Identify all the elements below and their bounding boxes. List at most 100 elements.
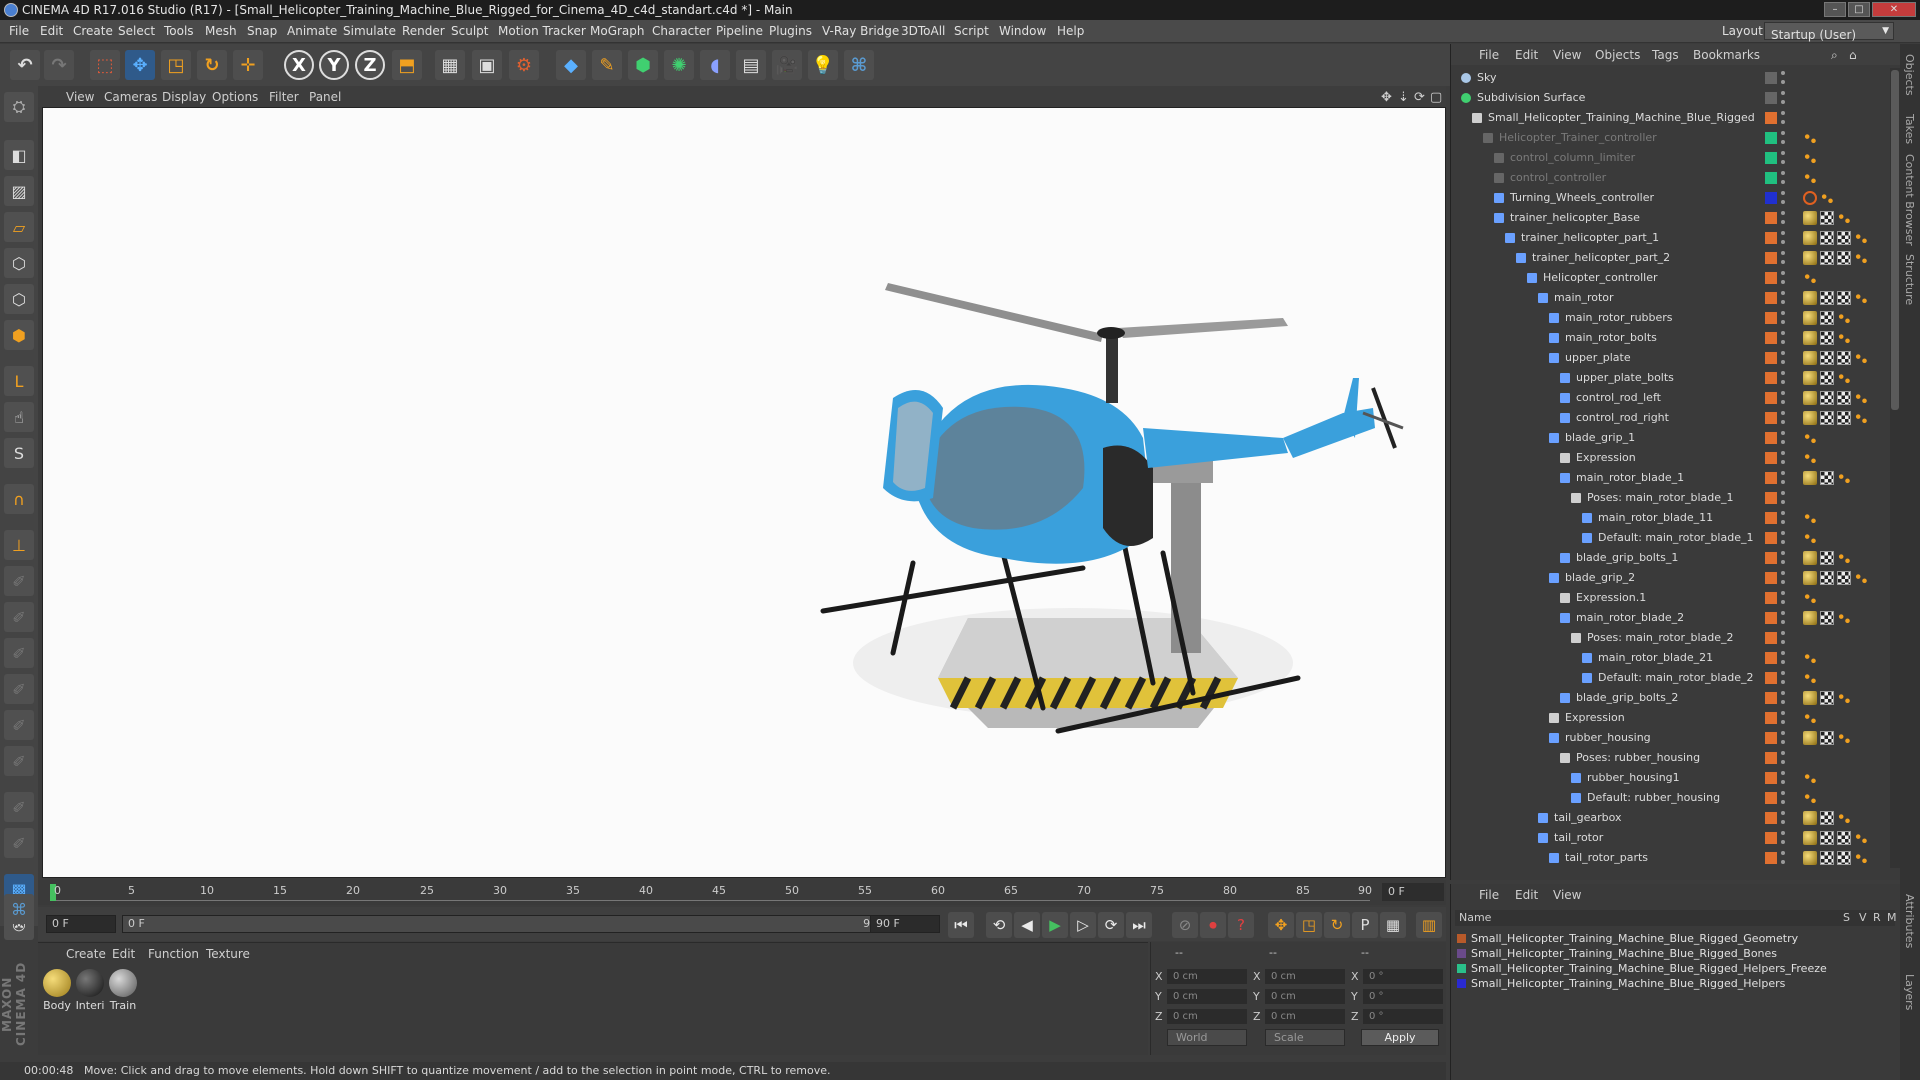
layer-color-tag[interactable] <box>1765 292 1777 304</box>
render-visibility-dot[interactable] <box>1781 140 1785 144</box>
menu-window[interactable]: Window <box>999 24 1046 38</box>
menu-simulate[interactable]: Simulate <box>343 24 396 38</box>
layer-color-tag[interactable] <box>1765 192 1777 204</box>
material-swatch[interactable]: Train <box>108 969 138 1012</box>
chk-tag-icon[interactable] <box>1837 391 1851 405</box>
menu-plugins[interactable]: Plugins <box>769 24 812 38</box>
viewport-zoom-icon[interactable]: ⇣ <box>1398 90 1409 105</box>
size-y-field[interactable]: 0 cm <box>1265 989 1345 1004</box>
object-tree-row[interactable]: main_rotor_bolts <box>1451 328 1891 348</box>
object-tree-row[interactable]: Helicopter_controller <box>1451 268 1891 288</box>
object-tree-row[interactable]: Turning_Wheels_controller <box>1451 188 1891 208</box>
search-icon[interactable]: ⌕ <box>1831 48 1838 63</box>
dots-tag-icon[interactable] <box>1854 851 1868 865</box>
object-tree-row[interactable]: main_rotor <box>1451 288 1891 308</box>
chk-tag-icon[interactable] <box>1820 471 1834 485</box>
next-key-icon[interactable]: ⟳ <box>1098 912 1124 938</box>
sculpt-pinch-icon[interactable]: ✐ <box>4 746 34 776</box>
chk-tag-icon[interactable] <box>1837 571 1851 585</box>
render-visibility-dot[interactable] <box>1781 580 1785 584</box>
chk-tag-icon[interactable] <box>1820 231 1834 245</box>
menu-sculpt[interactable]: Sculpt <box>451 24 488 38</box>
layer-color-tag[interactable] <box>1765 632 1777 644</box>
render-visibility-dot[interactable] <box>1781 440 1785 444</box>
end-frame-field[interactable]: 90 F <box>870 915 940 933</box>
render-visibility-dot[interactable] <box>1781 840 1785 844</box>
sculpt-inflate-icon[interactable]: ✐ <box>4 710 34 740</box>
object-tree-row[interactable]: Expression.1 <box>1451 588 1891 608</box>
polygons-mode-icon[interactable]: ⬢ <box>4 320 34 350</box>
render-visibility-dot[interactable] <box>1781 660 1785 664</box>
editor-visibility-dot[interactable] <box>1781 791 1785 795</box>
render-visibility-dot[interactable] <box>1781 520 1785 524</box>
layer-color-tag[interactable] <box>1765 352 1777 364</box>
coordinate-system-icon[interactable]: ⬒ <box>392 50 422 80</box>
object-menu-file[interactable]: File <box>1479 48 1499 62</box>
go-to-end-icon[interactable]: ⏭ <box>1126 912 1152 938</box>
editor-visibility-dot[interactable] <box>1781 271 1785 275</box>
x-axis-icon[interactable]: X <box>284 50 314 80</box>
pen-spline-icon[interactable]: ✎ <box>592 50 622 80</box>
dots-tag-icon[interactable] <box>1803 151 1817 165</box>
dots-tag-icon[interactable] <box>1803 511 1817 525</box>
dots-tag-icon[interactable] <box>1854 351 1868 365</box>
subdivision-icon[interactable]: ⬢ <box>628 50 658 80</box>
layer-color-tag[interactable] <box>1765 592 1777 604</box>
editor-visibility-dot[interactable] <box>1781 151 1785 155</box>
chk-tag-icon[interactable] <box>1837 351 1851 365</box>
layer-color-tag[interactable] <box>1765 112 1777 124</box>
layer-color-tag[interactable] <box>1765 692 1777 704</box>
layer-color-tag[interactable] <box>1765 852 1777 864</box>
editor-visibility-dot[interactable] <box>1781 391 1785 395</box>
render-visibility-dot[interactable] <box>1781 740 1785 744</box>
layout-dropdown[interactable]: Startup (User) ▼ <box>1764 22 1894 42</box>
editor-visibility-dot[interactable] <box>1781 591 1785 595</box>
render-visibility-dot[interactable] <box>1781 180 1785 184</box>
dots-tag-icon[interactable] <box>1837 331 1851 345</box>
editor-visibility-dot[interactable] <box>1781 331 1785 335</box>
python-icon[interactable]: ⌘ <box>844 50 874 80</box>
chk-tag-icon[interactable] <box>1820 611 1834 625</box>
material-menu-edit[interactable]: Edit <box>112 947 135 961</box>
editor-visibility-dot[interactable] <box>1781 691 1785 695</box>
editor-visibility-dot[interactable] <box>1781 811 1785 815</box>
dots-tag-icon[interactable] <box>1854 231 1868 245</box>
render-visibility-dot[interactable] <box>1781 680 1785 684</box>
layer-color-tag[interactable] <box>1765 152 1777 164</box>
object-tree-row[interactable]: Expression <box>1451 448 1891 468</box>
timeline-ruler[interactable]: 0 5 10 15 20 25 30 35 40 45 50 55 60 65 … <box>38 880 1446 905</box>
chk-tag-icon[interactable] <box>1820 551 1834 565</box>
render-visibility-dot[interactable] <box>1781 560 1785 564</box>
chk-tag-icon[interactable] <box>1820 351 1834 365</box>
chk-tag-icon[interactable] <box>1837 831 1851 845</box>
chk-tag-icon[interactable] <box>1837 291 1851 305</box>
dots-tag-icon[interactable] <box>1803 791 1817 805</box>
object-tree-row[interactable]: blade_grip_bolts_1 <box>1451 548 1891 568</box>
render-visibility-dot[interactable] <box>1781 460 1785 464</box>
layer-color-tag[interactable] <box>1765 552 1777 564</box>
editor-visibility-dot[interactable] <box>1781 111 1785 115</box>
chk-tag-icon[interactable] <box>1820 291 1834 305</box>
object-tree-row[interactable]: Small_Helicopter_Training_Machine_Blue_R… <box>1451 108 1891 128</box>
start-frame-field[interactable]: 0 F <box>46 915 116 933</box>
render-visibility-dot[interactable] <box>1781 420 1785 424</box>
layer-color-tag[interactable] <box>1765 412 1777 424</box>
menu-vray-bridge[interactable]: V-Ray Bridge <box>822 24 899 38</box>
menu-mograph[interactable]: MoGraph <box>590 24 645 38</box>
layer-color-tag[interactable] <box>1765 492 1777 504</box>
dots-tag-icon[interactable] <box>1854 831 1868 845</box>
chk-tag-icon[interactable] <box>1820 211 1834 225</box>
layer-color-tag[interactable] <box>1765 712 1777 724</box>
editor-visibility-dot[interactable] <box>1781 571 1785 575</box>
make-editable-icon[interactable]: ⛭ <box>4 92 34 122</box>
points-mode-icon[interactable]: ⬡ <box>4 248 34 278</box>
object-tree-row[interactable]: trainer_helicopter_part_2 <box>1451 248 1891 268</box>
previous-frame-icon[interactable]: ◀ <box>1014 912 1040 938</box>
editor-visibility-dot[interactable] <box>1781 551 1785 555</box>
chk-tag-icon[interactable] <box>1820 251 1834 265</box>
object-tree-row[interactable]: control_column_limiter <box>1451 148 1891 168</box>
dots-tag-icon[interactable] <box>1803 531 1817 545</box>
chk-tag-icon[interactable] <box>1820 411 1834 425</box>
menu-edit[interactable]: Edit <box>40 24 63 38</box>
dots-tag-icon[interactable] <box>1803 651 1817 665</box>
